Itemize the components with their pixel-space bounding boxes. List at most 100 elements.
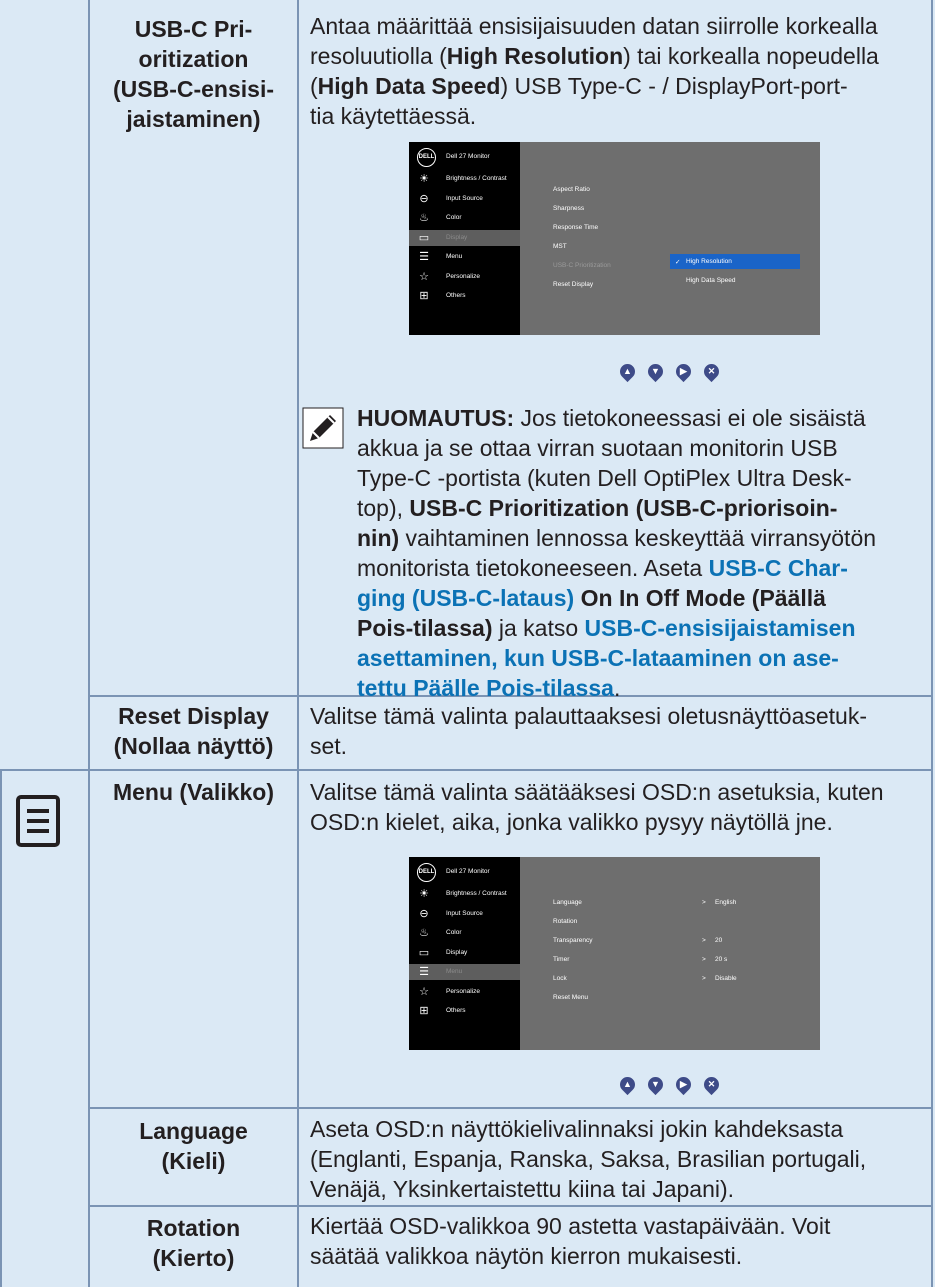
osd-menu-item-label: Brightness / Contrast: [446, 890, 507, 897]
menu-icon: ☰: [419, 966, 429, 978]
text-line: Valitse tämä valinta palauttaaksesi olet…: [310, 701, 922, 731]
cross-reference-link[interactable]: ging (USB-C-lataus): [357, 585, 574, 611]
osd-menu-item[interactable]: ☰ Menu: [409, 964, 520, 980]
text-span: nin): [357, 525, 400, 551]
osd-submenu-item[interactable]: Rotation: [553, 918, 577, 925]
osd-submenu-item[interactable]: Response Time: [553, 224, 598, 231]
osd-setting-value: 20 s: [715, 956, 728, 963]
osd-menu-item-label: Others: [446, 292, 466, 299]
row-divider: [88, 1107, 933, 1109]
osd-setting-value: 20: [715, 937, 723, 944]
rotation-label: Rotation (Kierto): [92, 1213, 295, 1273]
osd-display-menu: DELL Dell 27 Monitor ☀ Brightness / Contras…: [409, 142, 820, 335]
nav-glyph: ▲: [623, 366, 632, 376]
text-line: (Englanti, Espanja, Ranska, Saksa, Brasi…: [310, 1144, 922, 1174]
text-span: Type-C -portista (kuten Dell OptiPlex Ul…: [357, 465, 852, 491]
text-span: Pois-tilassa): [357, 615, 493, 641]
osd-nav-buttons: ▲ ▼ ▶ ✕: [616, 1073, 730, 1097]
color-icon: ♨: [419, 212, 429, 224]
chevron-right-icon: >: [702, 975, 706, 982]
osd-setting-value: Disable: [715, 975, 737, 982]
osd-submenu-item[interactable]: USB-C Prioritization: [553, 262, 611, 269]
text-span: Venäjä, Yksinkertaistettu kiina tai Japa…: [310, 1176, 735, 1202]
osd-menu-item-label: Color: [446, 214, 462, 221]
text-span: säätää valikkoa näytön kierron mukaisest…: [310, 1243, 743, 1269]
input-source-icon: ⊖: [419, 192, 429, 205]
text-span: (Englanti, Espanja, Ranska, Saksa, Brasi…: [310, 1146, 867, 1172]
osd-sidebar: DELL Dell 27 Monitor ☀ Brightness / Contras…: [409, 857, 520, 1050]
osd-submenu-item[interactable]: Lock: [553, 975, 567, 982]
chevron-right-icon: >: [702, 937, 706, 944]
osd-menu-item[interactable]: ☆ Personalize: [409, 269, 520, 285]
osd-submenu-item[interactable]: Language: [553, 899, 582, 906]
nav-glyph: ▶: [680, 366, 687, 376]
personalize-icon: ☆: [419, 270, 429, 283]
text-span: ja katso: [492, 615, 585, 641]
cross-reference-link[interactable]: tettu Päälle Pois-tilassa: [357, 675, 614, 701]
dell-logo: DELL: [417, 148, 436, 167]
text-line: top), USB-C Prioritization (USB-C-priori…: [357, 493, 923, 523]
osd-submenu-item[interactable]: Timer: [553, 956, 569, 963]
osd-menu-item-label: Menu: [446, 968, 463, 975]
text-line: nin) vaihtaminen lennossa keskeyttää vir…: [357, 523, 923, 553]
close-icon: ✕: [700, 360, 723, 384]
osd-submenu-item[interactable]: Transparency: [553, 937, 593, 944]
nav-glyph: ✕: [707, 366, 716, 376]
menu-icon: ☰: [419, 251, 429, 263]
osd-submenu-item[interactable]: MST: [553, 243, 567, 250]
text-line: asettaminen, kun USB-C-lataaminen on ase…: [357, 643, 923, 673]
text-span: High Resolution: [446, 43, 624, 69]
cross-reference-link[interactable]: USB-C Char-: [709, 555, 848, 581]
nav-glyph: ▲: [623, 1079, 632, 1089]
text-span: set.: [310, 733, 348, 759]
text-span: Valitse tämä valinta palauttaaksesi olet…: [310, 703, 867, 729]
reset-display-label: Reset Display (Nollaa näyttö): [92, 701, 295, 761]
osd-menu-item[interactable]: ☀ Brightness / Contrast: [409, 886, 520, 902]
language-description: Aseta OSD:n näyttökielivalinnaksi jokin …: [310, 1114, 922, 1204]
text-span: Valitse tämä valinta säätääksesi OSD:n a…: [310, 779, 884, 805]
osd-menu-item[interactable]: ☆ Personalize: [409, 984, 520, 1000]
osd-option[interactable]: High Data Speed: [686, 277, 736, 284]
language-label: Language (Kieli): [92, 1116, 295, 1176]
osd-menu-item[interactable]: ⊞ Others: [409, 1003, 520, 1019]
osd-menu-item[interactable]: ⊖ Input Source: [409, 906, 520, 922]
osd-menu-item[interactable]: ⊞ Others: [409, 288, 520, 304]
osd-menu-item[interactable]: ▭ Display: [409, 229, 520, 246]
osd-menu-item[interactable]: ☰ Menu: [409, 249, 520, 265]
text-span: vaihtaminen lennossa keskeyttää virransy…: [399, 525, 877, 551]
nav-glyph: ▶: [680, 1079, 687, 1089]
text-span: .: [613, 675, 621, 701]
display-icon: ▭: [418, 231, 430, 244]
text-span: akkua ja se ottaa virran suotaan monitor…: [357, 435, 838, 461]
text-span: Jos tietokoneessasi ei ole sisäistä: [514, 405, 866, 431]
osd-submenu-item[interactable]: Reset Display: [553, 281, 593, 288]
osd-menu-item[interactable]: ⊖ Input Source: [409, 191, 520, 207]
cross-reference-link[interactable]: asettaminen, kun USB-C-lataaminen on ase…: [357, 645, 839, 671]
text-line: Aseta OSD:n näyttökielivalinnaksi jokin …: [310, 1114, 922, 1144]
osd-menu-menu: DELL Dell 27 Monitor ☀ Brightness / Contras…: [409, 857, 820, 1050]
osd-menu-item[interactable]: ♨ Color: [409, 210, 520, 226]
text-line: Pois-tilassa) ja katso USB-C-ensisijaist…: [357, 613, 923, 643]
text-line: OSD:n kielet, aika, jonka valikko pysyy …: [310, 807, 922, 837]
label-line: oritization: [138, 46, 249, 72]
text-line: Valitse tämä valinta säätääksesi OSD:n a…: [310, 777, 922, 807]
osd-panel: Aspect Ratio Sharpness Response Time MST USB…: [520, 142, 820, 335]
osd-menu-item[interactable]: ☀ Brightness / Contrast: [409, 171, 520, 187]
rotation-description: Kiertää OSD-valikkoa 90 astetta vastapäi…: [310, 1211, 922, 1271]
osd-option-selected[interactable]: ✓ High Resolution: [670, 254, 800, 269]
text-span: HUOMAUTUS:: [357, 405, 515, 431]
osd-submenu-item[interactable]: Aspect Ratio: [553, 186, 590, 193]
cross-reference-link[interactable]: USB-C-ensisijaistamisen: [585, 615, 856, 641]
text-span: (: [310, 73, 318, 99]
osd-setting-value: English: [715, 899, 737, 906]
osd-menu-item[interactable]: ▭ Display: [409, 945, 520, 961]
osd-menu-item[interactable]: ♨ Color: [409, 925, 520, 941]
osd-submenu-item[interactable]: Sharpness: [553, 205, 584, 212]
osd-submenu-item[interactable]: Reset Menu: [553, 994, 588, 1001]
text-span: Antaa määrittää ensisijaisuuden datan si…: [310, 13, 878, 39]
osd-menu-item-label: Color: [446, 929, 462, 936]
input-source-icon: ⊖: [419, 907, 429, 920]
brightness-icon: ☀: [419, 173, 429, 185]
text-line: resoluutiolla (High Resolution) tai kork…: [310, 41, 922, 71]
up-arrow-icon: ▲: [616, 1073, 639, 1097]
